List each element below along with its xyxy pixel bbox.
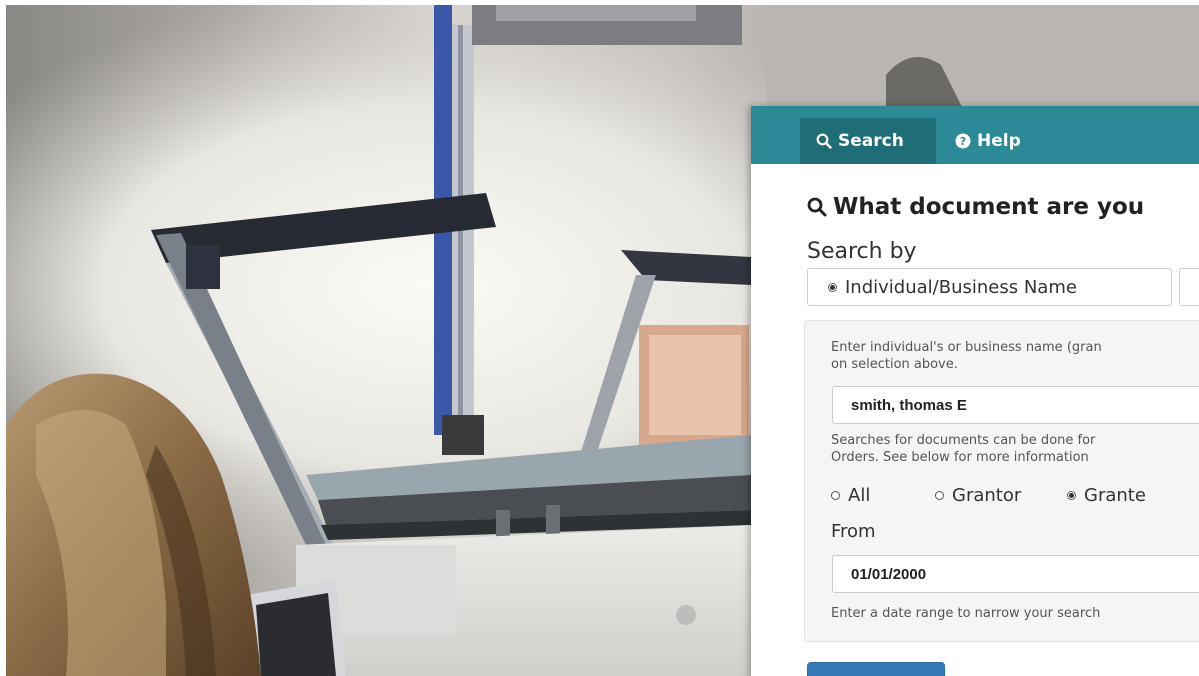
tab-help-label: Help xyxy=(977,131,1021,151)
name-search-input[interactable] xyxy=(832,386,1199,424)
tab-search-label: Search xyxy=(838,131,904,151)
radio-grantor-label: Grantor xyxy=(952,485,1022,506)
radio-unselected-icon xyxy=(935,491,944,500)
search-by-other-option[interactable] xyxy=(1179,268,1199,306)
screenshot: Search ? Help What document are you Sear… xyxy=(0,0,1199,676)
search-panel: Search ? Help What document are you Sear… xyxy=(751,106,1199,676)
search-submit-button[interactable] xyxy=(807,662,945,676)
date-range-help-text: Enter a date range to narrow your search xyxy=(831,606,1101,621)
radio-selected-icon xyxy=(1067,491,1076,500)
radio-grantor[interactable]: Grantor xyxy=(935,485,1067,506)
tab-help[interactable]: ? Help xyxy=(939,118,1033,164)
radio-unselected-icon xyxy=(831,491,840,500)
party-type-radio-group: All Grantor Grante xyxy=(831,485,1146,506)
search-form: Enter individual's or business name (gra… xyxy=(804,320,1199,642)
from-date-input[interactable] xyxy=(832,555,1199,593)
radio-all[interactable]: All xyxy=(831,485,935,506)
search-by-label: Search by xyxy=(807,239,917,264)
radio-grantee[interactable]: Grante xyxy=(1067,485,1146,506)
page-title-text: What document are you xyxy=(833,194,1145,220)
search-icon xyxy=(816,133,832,149)
name-help-text: Enter individual's or business name (gra… xyxy=(831,340,1102,355)
radio-all-label: All xyxy=(848,485,871,506)
tab-search[interactable]: Search xyxy=(800,118,936,164)
search-by-name-option[interactable]: Individual/Business Name xyxy=(807,268,1172,306)
radio-selected-icon xyxy=(828,282,837,292)
from-date-label: From xyxy=(831,521,876,542)
search-by-name-label: Individual/Business Name xyxy=(845,276,1077,298)
svg-text:?: ? xyxy=(960,135,966,148)
search-icon xyxy=(807,197,827,217)
question-circle-icon: ? xyxy=(955,133,971,149)
nav-bar: Search ? Help xyxy=(751,106,1199,164)
page-title: What document are you xyxy=(807,194,1144,220)
document-help-text-line2: Orders. See below for more information xyxy=(831,450,1089,465)
document-help-text: Searches for documents can be done for xyxy=(831,433,1096,448)
name-help-text-line2: on selection above. xyxy=(831,357,958,372)
radio-grantee-label: Grante xyxy=(1084,485,1146,506)
